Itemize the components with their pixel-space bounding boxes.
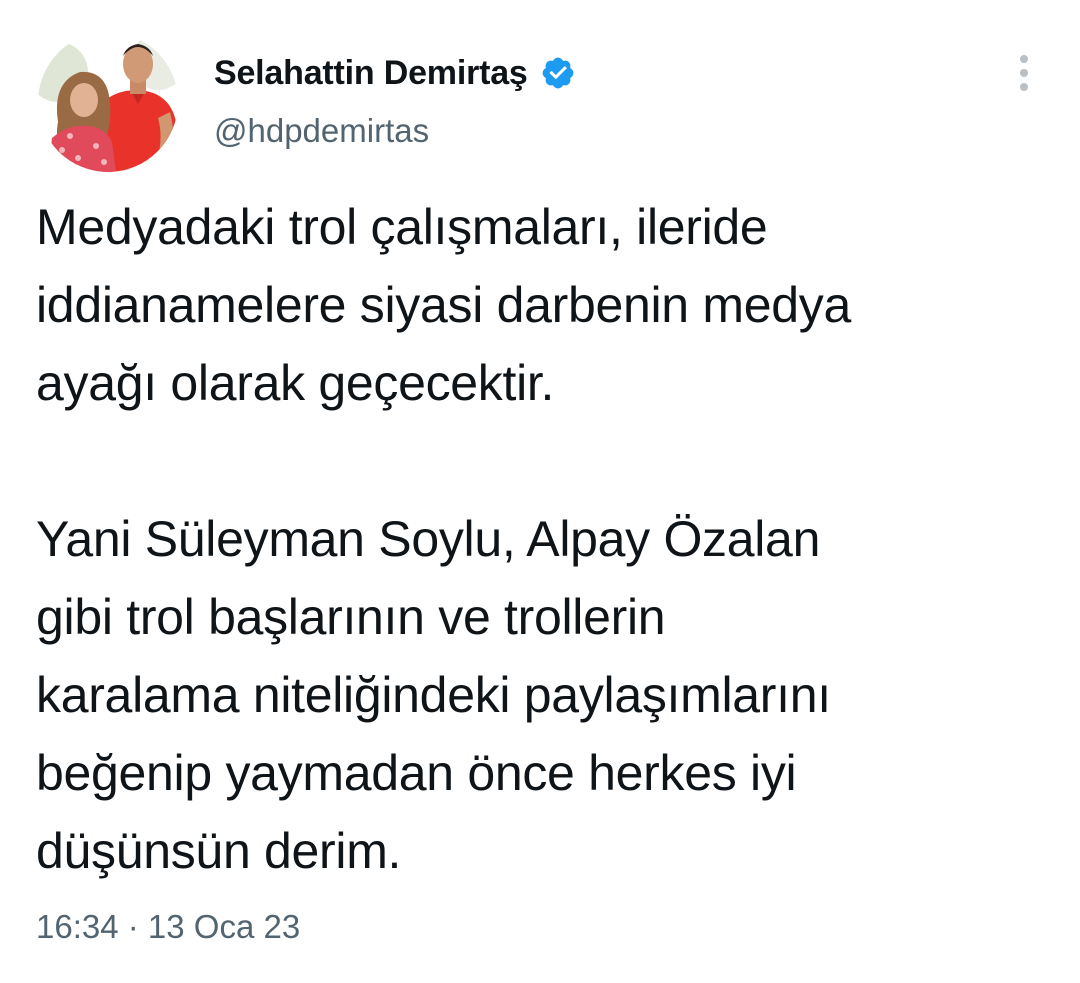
tweet-text-line: ayağı olarak geçecektir.: [36, 355, 555, 411]
tweet-time[interactable]: 16:34: [36, 908, 119, 946]
tweet-text-line: gibi trol başlarının ve trollerin: [36, 589, 666, 645]
tweet-card: Selahattin Demirtaş @hdpdemirtas Medyada…: [0, 0, 1080, 983]
avatar-photo: [38, 32, 178, 172]
more-vertical-icon: [1020, 55, 1028, 91]
tweet-text-line: beğenip yaymadan önce herkes iyi: [36, 745, 797, 801]
more-options-button[interactable]: [1006, 50, 1042, 96]
tweet-text-line: Medyadaki trol çalışmaları, ileride: [36, 199, 768, 255]
paragraph-break: [36, 422, 1046, 500]
tweet-timestamp: 16:34 · 13 Oca 23: [36, 908, 300, 946]
timestamp-separator: ·: [118, 908, 148, 945]
tweet-date[interactable]: 13 Oca 23: [148, 908, 300, 946]
avatar[interactable]: [38, 32, 178, 172]
tweet-text-line: iddianamelere siyasi darbenin medya: [36, 277, 851, 333]
author-handle[interactable]: @hdpdemirtas: [214, 112, 429, 150]
tweet-text: Medyadaki trol çalışmaları, ileride iddi…: [36, 188, 1046, 890]
tweet-text-line: Yani Süleyman Soylu, Alpay Özalan: [36, 511, 821, 567]
author-name-row: Selahattin Demirtaş: [214, 50, 576, 96]
author-name[interactable]: Selahattin Demirtaş: [214, 54, 528, 93]
tweet-text-line: düşünsün derim.: [36, 823, 402, 879]
tweet-text-line: karalama niteliğindeki paylaşımlarını: [36, 667, 831, 723]
verified-badge-icon: [540, 55, 576, 91]
